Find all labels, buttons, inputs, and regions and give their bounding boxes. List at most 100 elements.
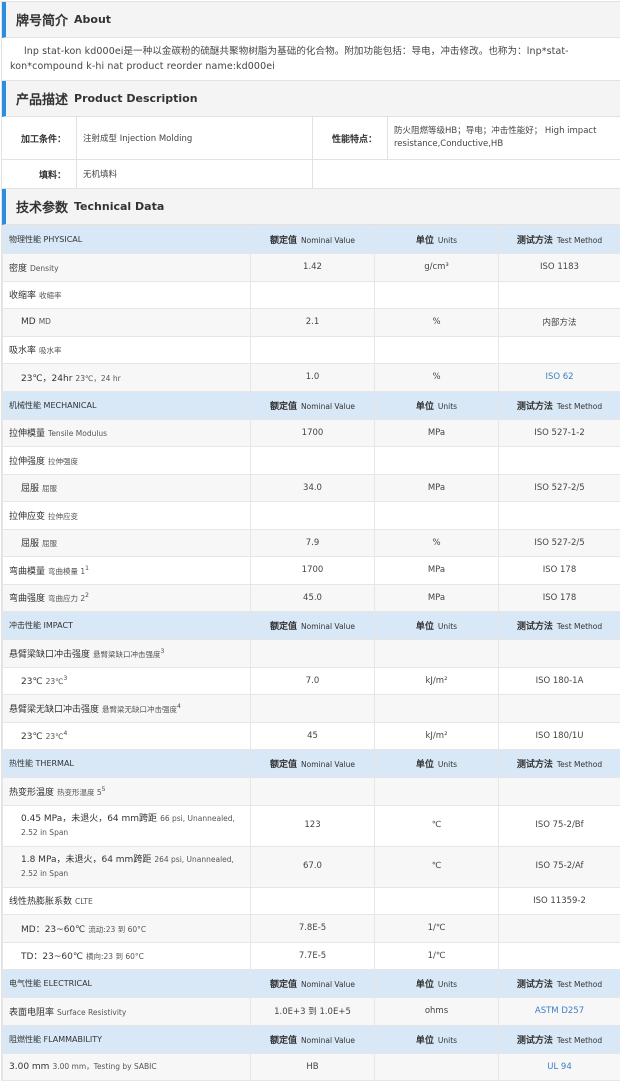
table-row: 吸水率吸水率 <box>3 336 620 364</box>
description-row-2: 填料： 无机填料 <box>2 160 620 189</box>
nominal-value: HB <box>251 1053 375 1081</box>
col-units-header: 单位Units <box>375 391 499 419</box>
test-method <box>499 447 620 475</box>
nominal-value: 45 <box>251 722 375 750</box>
features-label: 性能特点： <box>313 117 388 159</box>
test-method: ISO 178 <box>499 584 620 612</box>
property-name: 弯曲强度弯曲应力 22 <box>3 584 251 612</box>
test-method: ISO 527-2/5 <box>499 529 620 557</box>
property-name: 23℃23℃3 <box>3 667 251 695</box>
unit-value <box>375 1053 499 1081</box>
unit-value <box>375 887 499 915</box>
property-name: 表面电阻率Surface Resistivity <box>3 998 251 1026</box>
table-row: MDMD2.1%内部方法 <box>3 309 620 337</box>
footnote-ref: 3 <box>161 648 165 655</box>
unit-value <box>375 695 499 723</box>
test-method <box>499 778 620 806</box>
unit-value: % <box>375 309 499 337</box>
property-name: 线性热膨胀系数CLTE <box>3 887 251 915</box>
col-method-header: 测试方法Test Method <box>499 391 620 419</box>
col-nominal-header: 额定值Nominal Value <box>251 750 375 778</box>
table-row: 密度Density1.42g/cm³ISO 1183 <box>3 254 620 282</box>
nominal-value <box>251 887 375 915</box>
table-row: 屈服屈服7.9%ISO 527-2/5 <box>3 529 620 557</box>
unit-value <box>375 502 499 530</box>
category-header-row: 物理性能 PHYSICAL额定值Nominal Value单位Units测试方法… <box>3 226 620 254</box>
col-units-header: 单位Units <box>375 226 499 254</box>
about-title-cn: 牌号简介 <box>16 10 68 29</box>
col-units-header: 单位Units <box>375 612 499 640</box>
property-name: 拉伸强度拉伸强度 <box>3 447 251 475</box>
col-units-header: 单位Units <box>375 750 499 778</box>
col-units-header: 单位Units <box>375 970 499 998</box>
test-method <box>499 502 620 530</box>
nominal-value <box>251 640 375 668</box>
test-method <box>499 695 620 723</box>
test-method: 内部方法 <box>499 309 620 337</box>
test-method <box>499 915 620 943</box>
nominal-value: 7.8E-5 <box>251 915 375 943</box>
unit-value <box>375 447 499 475</box>
unit-value <box>375 281 499 309</box>
unit-value: ohms <box>375 998 499 1026</box>
test-method: ISO 75-2/Af <box>499 846 620 887</box>
nominal-value: 34.0 <box>251 474 375 502</box>
features-value: 防火阻燃等级HB；导电；冲击性能好； High impact resistanc… <box>388 117 620 159</box>
nominal-value: 1700 <box>251 557 375 585</box>
test-method: ISO 180/1U <box>499 722 620 750</box>
category-header-row: 机械性能 MECHANICAL额定值Nominal Value单位Units测试… <box>3 391 620 419</box>
table-row: 弯曲强度弯曲应力 2245.0MPaISO 178 <box>3 584 620 612</box>
unit-value: % <box>375 364 499 392</box>
property-name: 收缩率收缩率 <box>3 281 251 309</box>
property-name: 热变形温度热变形温度 55 <box>3 778 251 806</box>
table-row: 热变形温度热变形温度 55 <box>3 778 620 806</box>
property-name: 悬臂梁缺口冲击强度悬臂梁缺口冲击强度3 <box>3 640 251 668</box>
category-name: 电气性能 ELECTRICAL <box>3 970 251 998</box>
test-method[interactable]: UL 94 <box>499 1053 620 1081</box>
nominal-value <box>251 778 375 806</box>
nominal-value: 1.0E+3 到 1.0E+5 <box>251 998 375 1026</box>
test-method[interactable]: ISO 62 <box>499 364 620 392</box>
technical-title-cn: 技术参数 <box>16 197 68 216</box>
nominal-value: 7.9 <box>251 529 375 557</box>
unit-value <box>375 640 499 668</box>
property-name: 屈服屈服 <box>3 529 251 557</box>
nominal-value: 1.0 <box>251 364 375 392</box>
property-name: 弯曲模量弯曲模量 11 <box>3 557 251 585</box>
table-row: 拉伸应变拉伸应变 <box>3 502 620 530</box>
unit-value: MPa <box>375 419 499 447</box>
table-row: 0.45 MPa，未退火，64 mm跨距66 psi, Unannealed, … <box>3 805 620 846</box>
table-row: 拉伸强度拉伸强度 <box>3 447 620 475</box>
test-method <box>499 942 620 970</box>
category-name: 冲击性能 IMPACT <box>3 612 251 640</box>
footnote-ref: 1 <box>85 565 89 572</box>
footnote-ref: 2 <box>85 592 89 599</box>
table-row: 3.00 mm3.00 mm，Testing by SABICHB UL 94 <box>3 1053 620 1081</box>
property-name: 拉伸模量Tensile Modulus <box>3 419 251 447</box>
table-row: TD：23~60℃横向:23 到 60°C7.7E-51/℃ <box>3 942 620 970</box>
category-header-row: 热性能 THERMAL额定值Nominal Value单位Units测试方法Te… <box>3 750 620 778</box>
technical-title-en: Technical Data <box>74 200 164 213</box>
unit-value: ℃ <box>375 846 499 887</box>
table-row: 悬臂梁无缺口冲击强度悬臂梁无缺口冲击强度4 <box>3 695 620 723</box>
property-name: 屈服屈服 <box>3 474 251 502</box>
table-row: 1.8 MPa，未退火，64 mm跨距264 psi, Unannealed, … <box>3 846 620 887</box>
nominal-value <box>251 281 375 309</box>
about-title-en: About <box>74 13 111 26</box>
nominal-value <box>251 447 375 475</box>
filler-label: 填料： <box>2 160 77 188</box>
table-row: 弯曲模量弯曲模量 111700MPaISO 178 <box>3 557 620 585</box>
table-row: 拉伸模量Tensile Modulus1700MPaISO 527-1-2 <box>3 419 620 447</box>
test-method[interactable]: ASTM D257 <box>499 998 620 1026</box>
table-row: 屈服屈服34.0MPaISO 527-2/5 <box>3 474 620 502</box>
unit-value: 1/℃ <box>375 942 499 970</box>
test-method: ISO 527-1-2 <box>499 419 620 447</box>
table-row: 23℃，24hr23℃，24 hr1.0%ISO 62 <box>3 364 620 392</box>
test-method: ISO 178 <box>499 557 620 585</box>
col-method-header: 测试方法Test Method <box>499 970 620 998</box>
nominal-value: 67.0 <box>251 846 375 887</box>
property-name: 3.00 mm3.00 mm，Testing by SABIC <box>3 1053 251 1081</box>
col-method-header: 测试方法Test Method <box>499 226 620 254</box>
table-row: 悬臂梁缺口冲击强度悬臂梁缺口冲击强度3 <box>3 640 620 668</box>
description-row-1: 加工条件： 注射成型 Injection Molding 性能特点： 防火阻燃等… <box>2 117 620 160</box>
